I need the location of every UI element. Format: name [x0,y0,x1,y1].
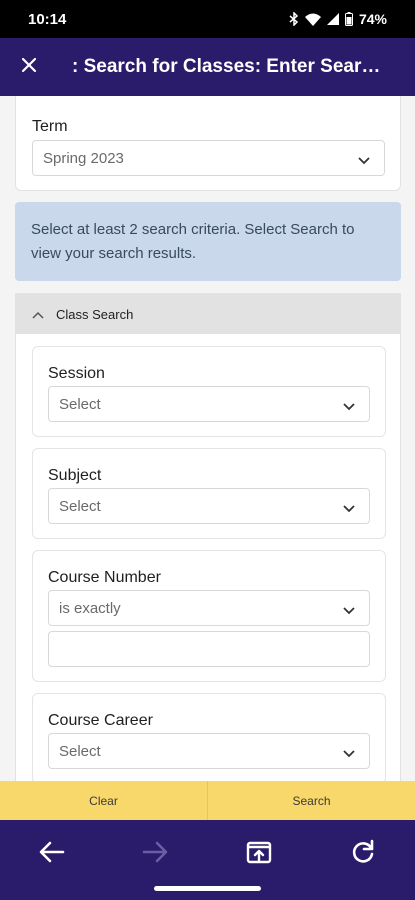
term-label: Term [32,118,68,135]
subject-field-card: Subject Select [32,448,386,539]
chevron-down-icon [343,500,355,517]
wifi-icon [304,13,321,26]
battery-icon [344,12,353,26]
term-select-value: Spring 2023 [43,149,124,167]
course-number-operator-value: is exactly [59,599,121,617]
status-time: 10:14 [28,10,67,28]
term-card: Term Spring 2023 [15,96,401,191]
bluetooth-icon [289,12,299,26]
subject-select-value: Select [59,497,101,515]
browser-nav-bar [0,820,415,900]
course-number-input[interactable] [48,631,370,667]
arrow-left-icon [39,841,65,868]
chevron-down-icon [343,602,355,619]
main-content[interactable]: Term Spring 2023 Select at least 2 searc… [0,96,415,781]
course-number-label: Course Number [48,569,161,586]
app-header: : Search for Classes: Enter Search... [0,38,415,96]
status-icons: 74% [289,11,387,27]
arrow-right-icon [142,841,168,868]
cellular-icon [326,13,339,25]
class-search-title: Class Search [56,306,134,322]
back-button[interactable] [32,834,72,874]
forward-button[interactable] [135,834,175,874]
chevron-up-icon [32,307,44,322]
open-external-button[interactable] [239,834,279,874]
info-message: Select at least 2 search criteria. Selec… [15,202,401,281]
subject-label: Subject [48,467,102,484]
clear-button[interactable]: Clear [0,781,207,820]
open-external-icon [246,840,272,869]
session-select-value: Select [59,395,101,413]
term-select[interactable]: Spring 2023 [32,140,385,176]
session-label: Session [48,365,105,382]
action-bar: Clear Search [0,781,415,820]
home-indicator[interactable] [154,886,261,891]
course-number-field-card: Course Number is exactly [32,550,386,682]
subject-select[interactable]: Select [48,488,370,524]
close-button[interactable] [0,38,58,96]
battery-percent: 74% [358,11,387,27]
refresh-button[interactable] [343,834,383,874]
course-number-operator-select[interactable]: is exactly [48,590,370,626]
page-title: : Search for Classes: Enter Search... [72,56,388,77]
class-search-panel: Class Search Session Select Subject Sele… [15,293,401,781]
course-career-select-value: Select [59,742,101,760]
course-career-field-card: Course Career Select [32,693,386,781]
course-career-label: Course Career [48,712,153,729]
class-search-toggle[interactable]: Class Search [16,294,400,334]
session-field-card: Session Select [32,346,386,437]
chevron-down-icon [343,398,355,415]
course-career-select[interactable]: Select [48,733,370,769]
status-bar: 10:14 74% [0,0,415,38]
session-select[interactable]: Select [48,386,370,422]
close-icon [21,57,37,78]
refresh-icon [350,839,376,870]
search-button[interactable]: Search [207,781,415,820]
chevron-down-icon [343,745,355,762]
chevron-down-icon [358,152,370,169]
